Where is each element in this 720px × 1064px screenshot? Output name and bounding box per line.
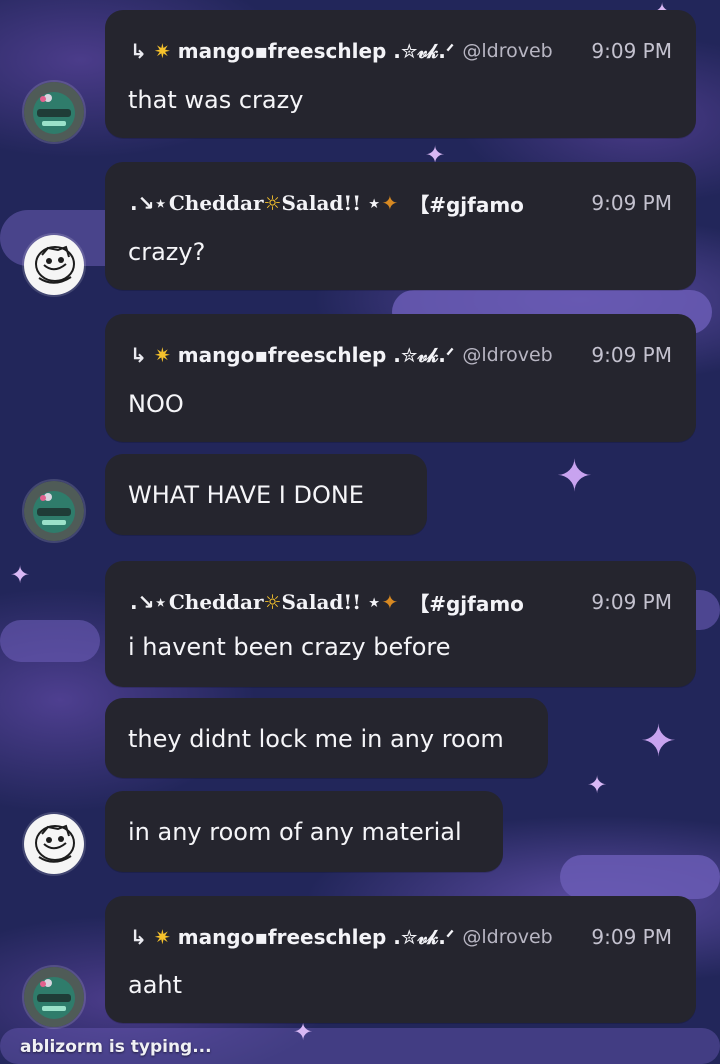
avatar-image bbox=[24, 967, 84, 1027]
user-avatar-cheddar[interactable] bbox=[22, 812, 86, 876]
message-header: .↘⋆ Cheddar ☼ Salad!! ⋆ ✦ 【#gjfamo 9:09 … bbox=[130, 189, 672, 217]
sun-icon: ☼ bbox=[263, 590, 282, 614]
message-bubble[interactable]: .↘⋆ Cheddar ☼ Salad!! ⋆ ✦ 【#gjfamo 9:09 … bbox=[105, 162, 696, 290]
reply-arrow-icon: ↳ bbox=[130, 343, 147, 367]
author-handle: @ldroveb bbox=[462, 926, 553, 948]
author-prefix: .↘⋆ bbox=[130, 590, 167, 614]
author-suffix: Salad!! ⋆ bbox=[281, 590, 381, 614]
author-tag: 【#gjfamo bbox=[409, 192, 524, 217]
author-decoration: ✮𝓋𝓀.ᐟ bbox=[400, 925, 455, 949]
message-text: that was crazy bbox=[128, 86, 304, 114]
author-handle: @ldroveb bbox=[462, 40, 553, 62]
author-handle: @ldroveb bbox=[462, 344, 553, 366]
avatar-image bbox=[24, 82, 84, 142]
sparkle-icon: ✷ bbox=[154, 925, 171, 949]
message-header: ↳ ✷ mango▪freeschlep . ✮𝓋𝓀.ᐟ @ldroveb 9:… bbox=[130, 923, 672, 951]
message-header: ↳ ✷ mango▪freeschlep . ✮𝓋𝓀.ᐟ @ldroveb 9:… bbox=[130, 37, 672, 65]
avatar-image bbox=[24, 235, 84, 295]
sun-icon: ☼ bbox=[263, 191, 282, 215]
paw-icon: ✦ bbox=[381, 191, 399, 215]
chat-message-list: ↳ ✷ mango▪freeschlep . ✮𝓋𝓀.ᐟ @ldroveb 9:… bbox=[0, 0, 720, 1064]
author-decoration: ✮𝓋𝓀.ᐟ bbox=[400, 343, 455, 367]
message-text: WHAT HAVE I DONE bbox=[128, 481, 364, 509]
message-text: they didnt lock me in any room bbox=[128, 725, 504, 753]
message-bubble[interactable]: they didnt lock me in any room bbox=[105, 698, 548, 778]
message-time: 9:09 PM bbox=[591, 925, 672, 949]
typing-indicator: ablizorm is typing... bbox=[20, 1037, 212, 1057]
message-text: in any room of any material bbox=[128, 818, 462, 846]
message-bubble[interactable]: in any room of any material bbox=[105, 791, 503, 872]
message-bubble[interactable]: ↳ ✷ mango▪freeschlep . ✮𝓋𝓀.ᐟ @ldroveb 9:… bbox=[105, 896, 696, 1023]
message-text: aaht bbox=[128, 971, 183, 999]
avatar-image bbox=[24, 481, 84, 541]
author-prefix: .↘⋆ bbox=[130, 191, 167, 215]
user-avatar-mango[interactable] bbox=[22, 965, 86, 1029]
message-time: 9:09 PM bbox=[591, 39, 672, 63]
message-bubble[interactable]: .↘⋆ Cheddar ☼ Salad!! ⋆ ✦ 【#gjfamo 9:09 … bbox=[105, 561, 696, 687]
user-avatar-mango[interactable] bbox=[22, 80, 86, 144]
paw-icon: ✦ bbox=[381, 590, 399, 614]
message-time: 9:09 PM bbox=[591, 590, 672, 614]
author-name[interactable]: mango▪freeschlep . bbox=[178, 343, 401, 367]
author-name[interactable]: mango▪freeschlep . bbox=[178, 925, 401, 949]
author-tag: 【#gjfamo bbox=[409, 591, 524, 616]
user-avatar-mango[interactable] bbox=[22, 479, 86, 543]
message-text: crazy? bbox=[128, 238, 206, 266]
avatar-image bbox=[24, 814, 84, 874]
author-suffix: Salad!! ⋆ bbox=[281, 191, 381, 215]
sparkle-icon: ✷ bbox=[154, 39, 171, 63]
message-bubble[interactable]: ↳ ✷ mango▪freeschlep . ✮𝓋𝓀.ᐟ @ldroveb 9:… bbox=[105, 10, 696, 138]
message-time: 9:09 PM bbox=[591, 191, 672, 215]
message-time: 9:09 PM bbox=[591, 343, 672, 367]
user-avatar-cheddar[interactable] bbox=[22, 233, 86, 297]
message-bubble[interactable]: WHAT HAVE I DONE bbox=[105, 454, 427, 535]
message-header: ↳ ✷ mango▪freeschlep . ✮𝓋𝓀.ᐟ @ldroveb 9:… bbox=[130, 341, 672, 369]
message-text: NOO bbox=[128, 390, 184, 418]
author-name[interactable]: Cheddar bbox=[169, 590, 264, 614]
author-name[interactable]: mango▪freeschlep . bbox=[178, 39, 401, 63]
message-bubble[interactable]: ↳ ✷ mango▪freeschlep . ✮𝓋𝓀.ᐟ @ldroveb 9:… bbox=[105, 314, 696, 442]
author-name[interactable]: Cheddar bbox=[169, 191, 264, 215]
message-header: .↘⋆ Cheddar ☼ Salad!! ⋆ ✦ 【#gjfamo 9:09 … bbox=[130, 588, 672, 616]
sparkle-icon: ✷ bbox=[154, 343, 171, 367]
message-text: i havent been crazy before bbox=[128, 633, 451, 661]
reply-arrow-icon: ↳ bbox=[130, 39, 147, 63]
author-decoration: ✮𝓋𝓀.ᐟ bbox=[400, 39, 455, 63]
reply-arrow-icon: ↳ bbox=[130, 925, 147, 949]
